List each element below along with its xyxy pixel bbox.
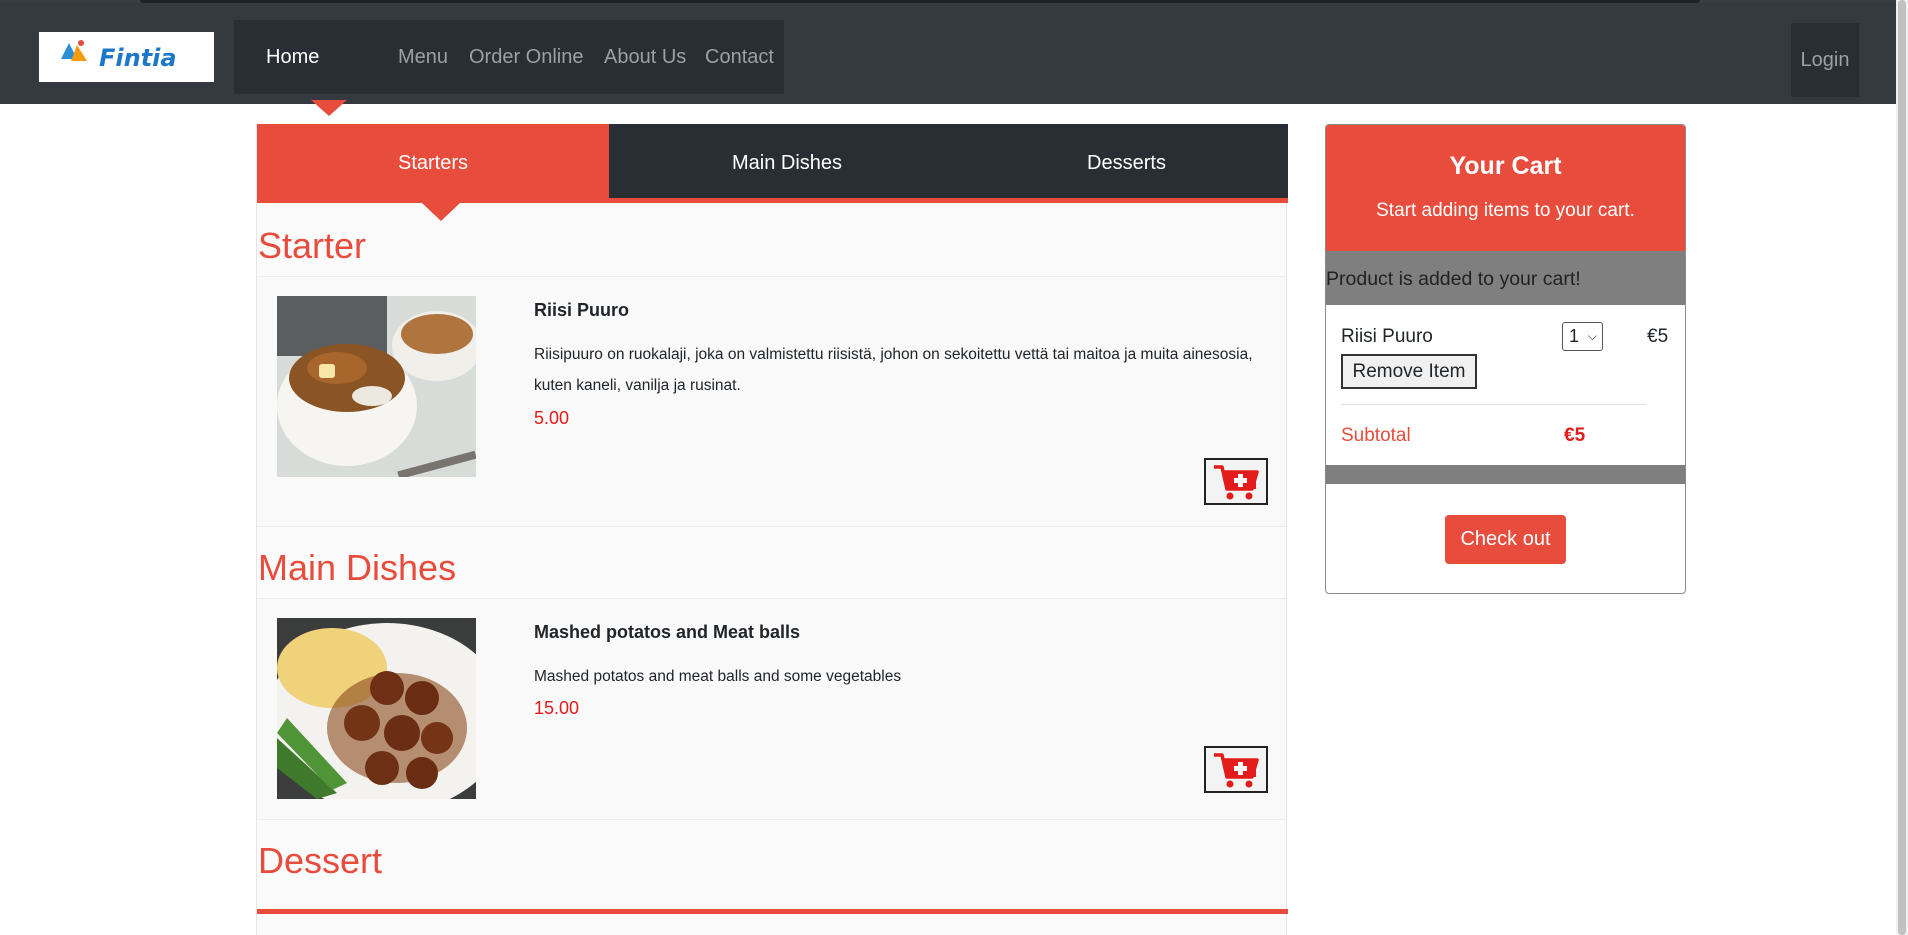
active-tab-indicator bbox=[422, 203, 460, 221]
item-name: Mashed potatos and Meat balls bbox=[534, 622, 801, 642]
nav-contact[interactable]: Contact bbox=[705, 20, 774, 94]
add-to-cart-icon bbox=[1214, 752, 1259, 787]
menu-panel: Starters Main Dishes Desserts Starter Ri… bbox=[256, 124, 1288, 935]
section-title-starter: Starter bbox=[258, 225, 367, 266]
nav-links: Home Menu Order Online About Us Contact bbox=[234, 20, 784, 94]
cart-header: Your Cart Start adding items to your car… bbox=[1326, 125, 1685, 251]
item-price: 15.00 bbox=[534, 698, 580, 718]
cart-item-price: €5 bbox=[1647, 326, 1669, 347]
item-description: Mashed potatos and meat balls and some v… bbox=[534, 668, 902, 685]
fintia-logo[interactable]: Fintia bbox=[39, 32, 214, 82]
login-button[interactable]: Login bbox=[1791, 23, 1859, 97]
cart-footer-bar bbox=[1326, 465, 1685, 484]
item-name: Riisi Puuro bbox=[534, 300, 630, 320]
cart-panel: Your Cart Start adding items to your car… bbox=[1325, 124, 1686, 594]
tab-starters[interactable]: Starters bbox=[257, 124, 609, 198]
svg-text:Fintia: Fintia bbox=[99, 44, 177, 72]
rice-porridge-image bbox=[277, 296, 476, 477]
tab-main-dishes[interactable]: Main Dishes bbox=[609, 124, 965, 198]
add-to-cart-button[interactable] bbox=[1204, 746, 1268, 793]
active-nav-indicator bbox=[311, 100, 347, 116]
remove-item-button[interactable]: Remove Item bbox=[1341, 354, 1477, 389]
nav-order-online[interactable]: Order Online bbox=[469, 20, 584, 94]
add-to-cart-button[interactable] bbox=[1204, 458, 1268, 505]
item-price: 5.00 bbox=[534, 408, 570, 428]
add-to-cart-icon bbox=[1214, 464, 1259, 499]
meatballs-image bbox=[277, 618, 476, 799]
menu-item: Mashed potatos and Meat balls Mashed pot… bbox=[257, 598, 1286, 820]
quantity-value: 1 bbox=[1569, 326, 1580, 346]
section-divider bbox=[257, 909, 1288, 914]
navbar: Fintia Home Menu Order Online About Us C… bbox=[0, 3, 1908, 104]
category-tabs: Starters Main Dishes Desserts bbox=[257, 124, 1288, 203]
page-scrollbar[interactable] bbox=[1896, 0, 1908, 935]
cart-divider bbox=[1341, 404, 1646, 405]
chevron-down-icon: ⌵ bbox=[1587, 329, 1597, 343]
tab-desserts[interactable]: Desserts bbox=[965, 124, 1288, 198]
cart-added-message: Product is added to your cart! bbox=[1326, 251, 1685, 305]
nav-menu[interactable]: Menu bbox=[398, 20, 448, 94]
cart-title: Your Cart bbox=[1449, 152, 1562, 180]
nav-home[interactable]: Home bbox=[266, 20, 319, 94]
quantity-select[interactable]: 1 ⌵ bbox=[1562, 322, 1603, 351]
section-title-dessert: Dessert bbox=[258, 840, 383, 881]
subtotal-label: Subtotal bbox=[1341, 425, 1411, 446]
item-description: Riisipuuro on ruokalaji, joka on valmist… bbox=[534, 346, 1253, 394]
cart-item-name: Riisi Puuro bbox=[1341, 326, 1433, 347]
subtotal-value: €5 bbox=[1564, 425, 1586, 446]
cart-subtitle: Start adding items to your cart. bbox=[1376, 200, 1635, 221]
checkout-button[interactable]: Check out bbox=[1445, 515, 1566, 564]
menu-item: Riisi Puuro Riisipuuro on ruokalaji, jok… bbox=[257, 276, 1286, 527]
section-title-main-dishes: Main Dishes bbox=[258, 547, 457, 588]
logo-icon: Fintia bbox=[60, 40, 177, 72]
nav-about-us[interactable]: About Us bbox=[604, 20, 686, 94]
